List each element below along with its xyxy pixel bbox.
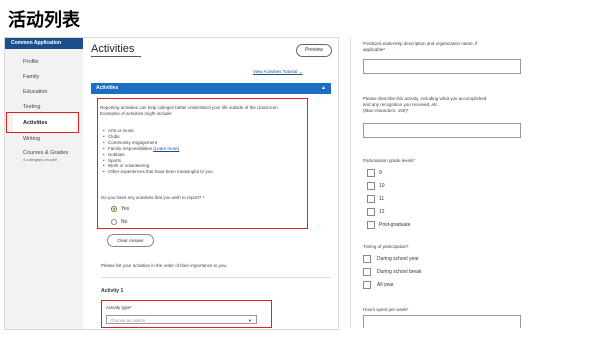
radio-yes-label[interactable]: Yes: [121, 206, 129, 212]
intro-text: Reporting activities can help colleges b…: [100, 105, 279, 116]
timing-school-year-label[interactable]: During school year: [377, 256, 419, 262]
timing-label: Timing of participation*: [363, 244, 409, 250]
chevron-down-icon: ⌄: [298, 69, 303, 74]
report-question: Do you have any activities that you wish…: [101, 195, 204, 200]
chevron-up-icon[interactable]: ▲: [321, 83, 326, 94]
timing-school-year-checkbox[interactable]: [363, 255, 371, 263]
page-title: Activities: [91, 43, 135, 55]
required-marker: *: [406, 108, 409, 113]
sidebar-item-profile[interactable]: Profile: [23, 59, 39, 65]
activity-type-placeholder: Choose an option: [110, 318, 146, 323]
clear-answer-button[interactable]: Clear Answer: [107, 234, 154, 247]
activity-type-label: Activity type*: [106, 305, 132, 310]
hours-label: Hours spent per week*: [363, 307, 409, 313]
radio-no-label[interactable]: No: [121, 219, 127, 225]
tutorial-link-text[interactable]: View Activities Tutorial: [253, 69, 297, 74]
list-item: Other experiences that have been meaning…: [103, 169, 213, 175]
triangle-down-icon: ▼: [248, 318, 252, 323]
grade-post-graduate-label[interactable]: Post-graduate: [379, 222, 410, 228]
radio-yes[interactable]: [111, 206, 117, 212]
required-marker: *: [202, 195, 205, 200]
hours-input[interactable]: [363, 315, 521, 328]
timing-label-text: Timing of participation: [363, 244, 407, 249]
position-input[interactable]: [363, 59, 521, 74]
hours-label-text: Hours spent per week: [363, 307, 407, 312]
grade-12-checkbox[interactable]: [367, 208, 375, 216]
sidebar-item-testing[interactable]: Testing: [23, 104, 40, 110]
required-marker: *: [406, 244, 409, 249]
describe-input[interactable]: [363, 123, 521, 138]
position-label-text: applicable: [363, 47, 384, 52]
timing-all-year-label[interactable]: All year: [377, 282, 394, 288]
grade-10-checkbox[interactable]: [367, 182, 375, 190]
grade-11-checkbox[interactable]: [367, 195, 375, 203]
grade-levels-label-text: Participation grade levels: [363, 158, 414, 163]
list-item-text: Family responsibilities: [108, 145, 153, 151]
activity-type-label-text: Activity type: [106, 305, 131, 310]
sidebar-item-courses[interactable]: Courses & Grades: [23, 150, 68, 156]
describe-label-text: (Max characters: 150): [363, 108, 407, 113]
sidebar-item-education[interactable]: Education: [23, 89, 47, 95]
grade-11-label[interactable]: 11: [379, 196, 384, 202]
list-prompt: Please list your activities in the order…: [101, 263, 228, 268]
activity-heading: Activity 1: [101, 288, 124, 294]
grade-12-label[interactable]: 12: [379, 209, 385, 215]
activities-highlight-box: [6, 112, 79, 133]
timing-school-break-checkbox[interactable]: [363, 268, 371, 276]
title-underline: [91, 56, 141, 57]
report-question-text: Do you have any activities that you wish…: [101, 195, 202, 200]
activity-details-screenshot: Position/Leadership description and orga…: [350, 37, 591, 328]
describe-label: Please describe this activity, including…: [363, 96, 486, 114]
required-marker: *: [130, 305, 132, 310]
sidebar: Common Application Profile Family Educat…: [5, 38, 83, 329]
activities-screenshot: Common Application Profile Family Educat…: [4, 37, 339, 330]
sidebar-item-courses-sub: 4 college(s) require: [23, 157, 58, 162]
sidebar-item-family[interactable]: Family: [23, 74, 39, 80]
grade-post-graduate-checkbox[interactable]: [367, 221, 375, 229]
sidebar-item-writing[interactable]: Writing: [23, 136, 40, 142]
sidebar-header: Common Application: [5, 38, 83, 49]
divider: [101, 277, 331, 278]
activity-type-select[interactable]: Choose an option ▼: [106, 315, 257, 324]
preview-button[interactable]: Preview: [296, 44, 332, 57]
grade-levels-label: Participation grade levels*: [363, 158, 415, 164]
required-marker: *: [383, 47, 386, 52]
position-label-line-2: applicable*: [363, 47, 477, 53]
position-label: Position/Leadership description and orga…: [363, 41, 477, 53]
examples-list: Arts or music Clubs Community engagement…: [103, 128, 213, 175]
main-content: Activities Preview View Activities Tutor…: [83, 38, 338, 329]
learn-more-link[interactable]: (Learn more): [153, 146, 179, 151]
grade-9-checkbox[interactable]: [367, 169, 375, 177]
describe-label-line-3: (Max characters: 150)*: [363, 108, 486, 114]
radio-no[interactable]: [111, 219, 117, 225]
grade-9-label[interactable]: 9: [379, 170, 382, 176]
section-bar-label: Activities: [96, 85, 119, 91]
slide-title: 活动列表: [8, 10, 80, 31]
activities-section-bar[interactable]: Activities ▲: [91, 83, 331, 94]
timing-school-break-label[interactable]: During school break: [377, 269, 421, 275]
required-marker: *: [406, 307, 409, 312]
required-marker: *: [413, 158, 416, 163]
tutorial-link[interactable]: View Activities Tutorial ⌄: [253, 69, 302, 75]
grade-10-label[interactable]: 10: [379, 183, 385, 189]
timing-all-year-checkbox[interactable]: [363, 281, 371, 289]
